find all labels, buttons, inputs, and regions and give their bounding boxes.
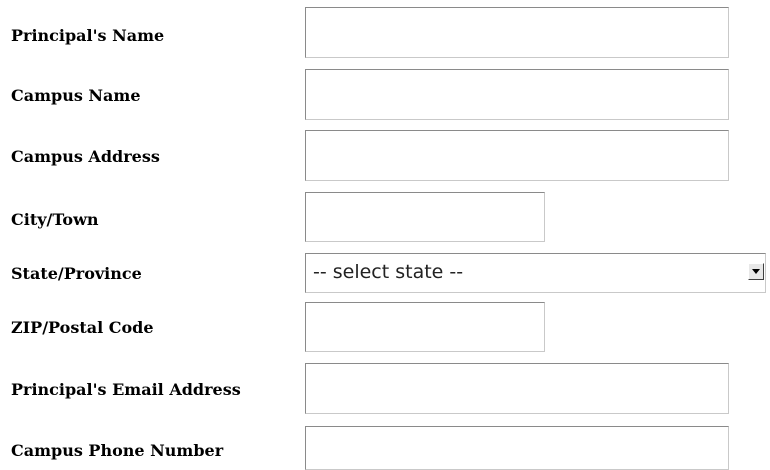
city-input[interactable] [305, 192, 545, 242]
campus-address-input[interactable] [305, 130, 729, 181]
principal-email-label: Principal's Email Address [11, 380, 241, 399]
state-select[interactable]: -- select state -- [305, 253, 766, 293]
campus-address-label: Campus Address [11, 147, 160, 166]
principal-email-input[interactable] [305, 363, 729, 414]
state-label: State/Province [11, 264, 142, 283]
principal-name-label: Principal's Name [11, 26, 165, 45]
campus-phone-input[interactable] [305, 426, 729, 470]
principal-name-input[interactable] [305, 7, 729, 58]
chevron-down-icon[interactable] [748, 263, 764, 280]
zip-input[interactable] [305, 302, 545, 352]
zip-label: ZIP/Postal Code [11, 318, 154, 337]
city-label: City/Town [11, 210, 99, 229]
campus-name-label: Campus Name [11, 86, 141, 105]
campus-phone-label: Campus Phone Number [11, 441, 224, 460]
campus-name-input[interactable] [305, 69, 729, 120]
state-select-value: -- select state -- [313, 261, 464, 283]
